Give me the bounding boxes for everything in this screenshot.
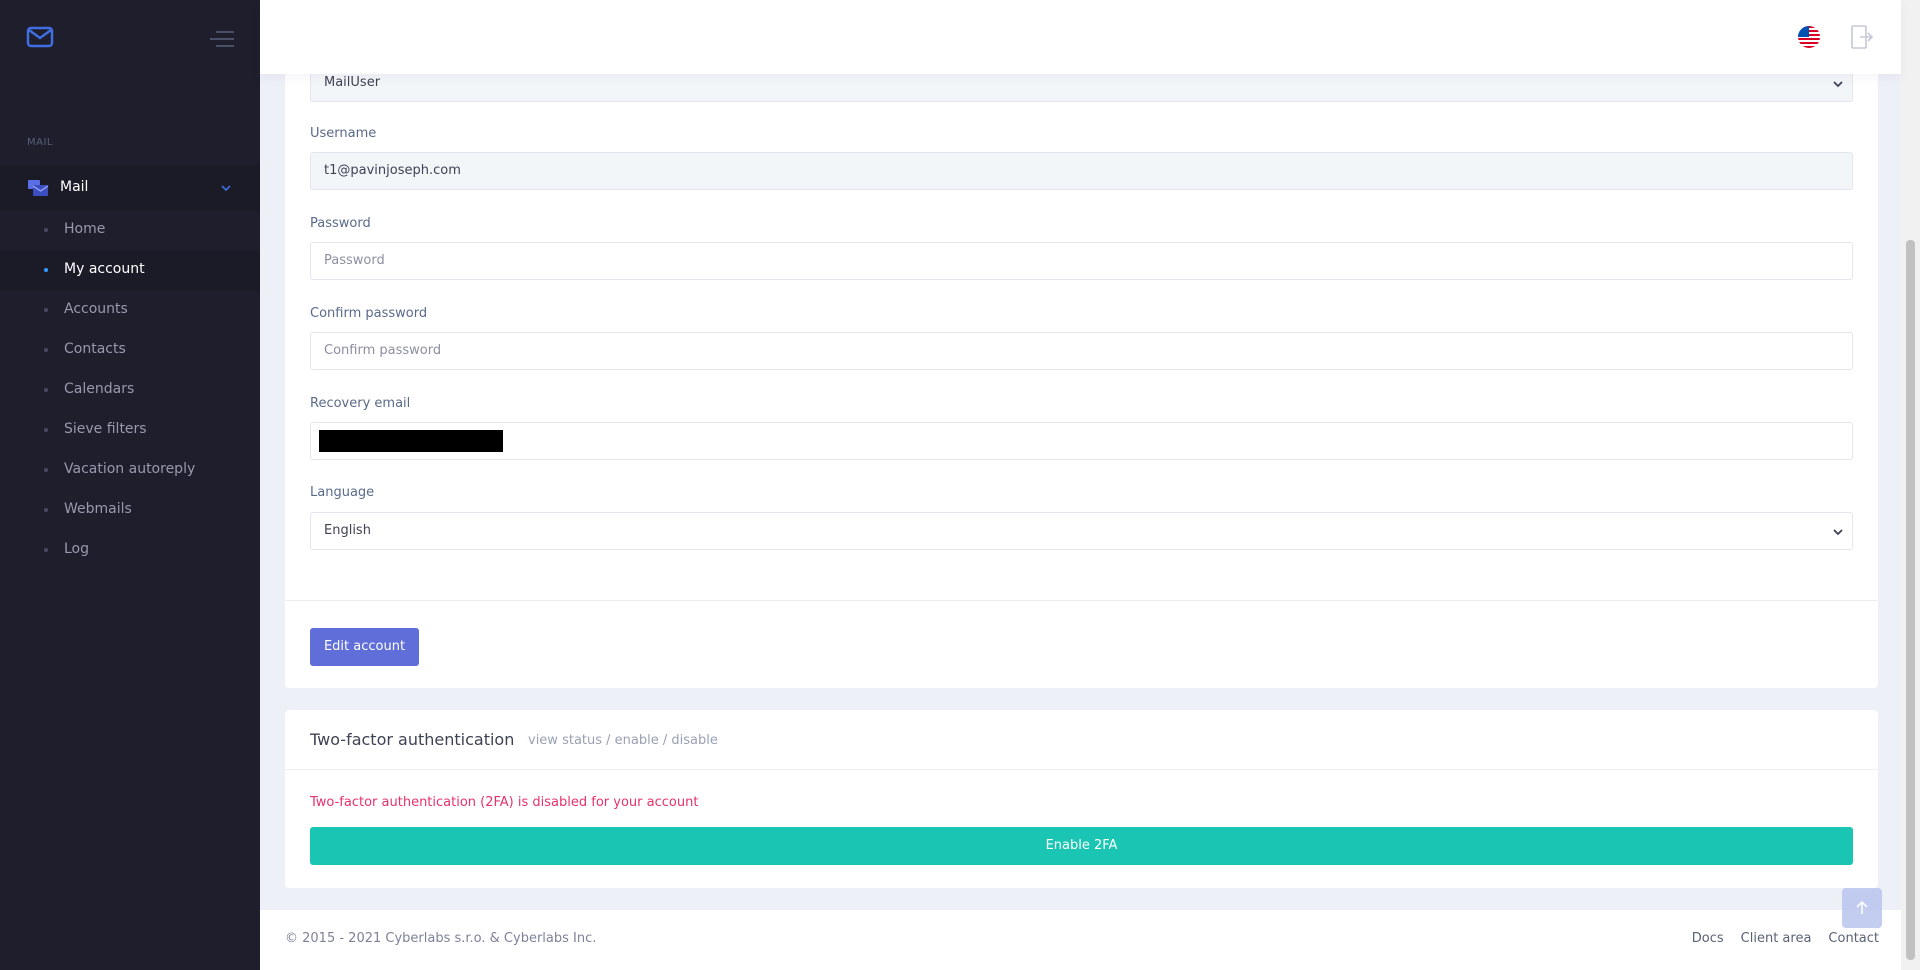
sidebar-item-label: Webmails [64,501,132,517]
footer-links: Docs Client area Contact [1692,931,1879,946]
redacted-block [319,430,503,452]
menu-toggle-icon[interactable] [208,28,236,50]
bullet-icon [44,508,48,512]
logout-icon[interactable] [1850,24,1874,50]
password-label: Password [310,216,371,231]
sidebar-item-label: Vacation autoreply [64,461,196,477]
sidebar-item-home[interactable]: Home [0,210,260,250]
bullet-icon [44,228,48,232]
footer-link-contact[interactable]: Contact [1828,931,1879,946]
scrollbar-thumb[interactable] [1906,240,1915,960]
two-factor-card-header: Two-factor authentication view status / … [285,710,1878,770]
account-form-card: MailUser Username t1@pavinjoseph.com Pas… [285,60,1878,688]
mailbox-icon [28,180,49,196]
sidebar-item-contacts[interactable]: Contacts [0,330,260,370]
recovery-email-field[interactable] [310,422,1853,460]
sidebar-item-label: Contacts [64,341,126,357]
confirm-password-field[interactable]: Confirm password [310,332,1853,370]
sidebar-header [0,0,260,76]
form-footer [285,600,1878,688]
sidebar-item-calendars[interactable]: Calendars [0,370,260,410]
sidebar-item-my-account[interactable]: My account [0,250,260,290]
mail-logo-icon[interactable] [26,26,54,48]
sidebar-item-label: Log [64,541,90,557]
chevron-down-icon [1833,529,1843,536]
bullet-icon [44,548,48,552]
sidebar-item-label: Sieve filters [64,421,147,437]
sidebar-item-sieve-filters[interactable]: Sieve filters [0,410,260,450]
username-field[interactable]: t1@pavinjoseph.com [310,152,1853,190]
username-label: Username [310,126,377,141]
sidebar-item-webmails[interactable]: Webmails [0,490,260,530]
page-footer: © 2015 - 2021 Cyberlabs s.r.o. & Cyberla… [260,910,1901,970]
sidebar-item-vacation-autoreply[interactable]: Vacation autoreply [0,450,260,490]
bullet-icon [44,428,48,432]
copyright-text: © 2015 - 2021 Cyberlabs s.r.o. & Cyberla… [285,931,597,946]
language-label: Language [310,485,375,500]
password-field[interactable]: Password [310,242,1853,280]
bullet-icon [44,468,48,472]
sidebar-item-accounts[interactable]: Accounts [0,290,260,330]
sidebar-item-log[interactable]: Log [0,530,260,570]
two-factor-status-text: Two-factor authentication (2FA) is disab… [310,795,699,810]
bullet-icon [44,388,48,392]
top-header [260,0,1901,74]
scroll-top-button[interactable] [1842,888,1882,928]
bullet-icon [44,348,48,352]
sidebar-item-label: Home [64,221,106,237]
arrow-up-icon [1856,900,1868,914]
bullet-icon [44,268,48,272]
sidebar-item-mail[interactable]: Mail [0,166,260,210]
chevron-down-icon [1833,81,1843,88]
sidebar-item-label: Calendars [64,381,135,397]
enable-2fa-button[interactable]: Enable 2FA [310,827,1853,865]
us-flag-icon[interactable] [1797,25,1821,49]
confirm-password-label: Confirm password [310,306,428,321]
bullet-icon [44,308,48,312]
language-select[interactable]: English [310,512,1853,550]
chevron-down-icon [221,185,231,192]
language-select-value: English [324,523,371,538]
footer-link-client-area[interactable]: Client area [1741,931,1812,946]
footer-link-docs[interactable]: Docs [1692,931,1724,946]
role-select-value: MailUser [324,75,381,90]
two-factor-subtitle: view status / enable / disable [528,733,718,748]
sidebar-item-label: My account [64,261,145,277]
page-scrollbar[interactable] [1901,0,1920,970]
edit-account-button[interactable]: Edit account [310,628,419,666]
sidebar: MAIL Mail Home My account Accounts Conta… [0,0,260,970]
sidebar-submenu: Home My account Accounts Contacts Calend… [0,210,260,570]
two-factor-card: Two-factor authentication view status / … [285,710,1878,888]
recovery-email-label: Recovery email [310,396,411,411]
sidebar-item-label: Accounts [64,301,128,317]
sidebar-section-label: MAIL [27,137,53,148]
sidebar-item-mail-label: Mail [60,179,89,195]
two-factor-title: Two-factor authentication [310,730,515,749]
